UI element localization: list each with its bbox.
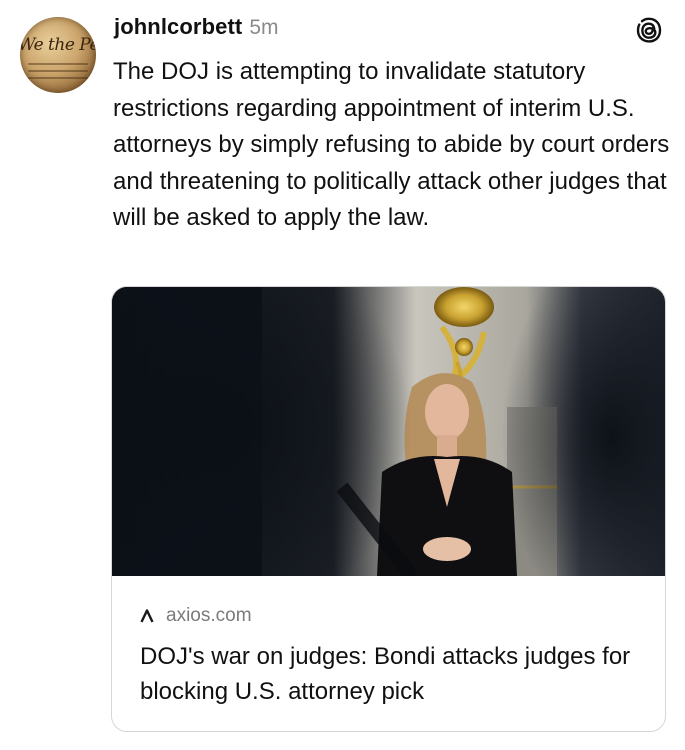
avatar-lines: [28, 63, 88, 84]
link-preview-image[interactable]: [112, 287, 665, 576]
username-link[interactable]: johnlcorbett: [114, 14, 242, 40]
threads-logo-icon[interactable]: [635, 16, 663, 44]
link-source: axios.com: [140, 605, 252, 627]
avatar-art: We the Peop: [20, 35, 96, 55]
timestamp[interactable]: 5m: [249, 16, 278, 40]
avatar[interactable]: We the Peop: [20, 17, 96, 93]
link-preview-card[interactable]: axios.com DOJ's war on judges: Bondi att…: [111, 286, 666, 732]
axios-logo-icon: [140, 609, 154, 623]
post-body: The DOJ is attempting to invalidate stat…: [113, 58, 670, 231]
post-header: johnlcorbett 5m: [114, 14, 279, 46]
link-title[interactable]: DOJ's war on judges: Bondi attacks judge…: [140, 639, 650, 709]
link-domain: axios.com: [166, 605, 252, 626]
